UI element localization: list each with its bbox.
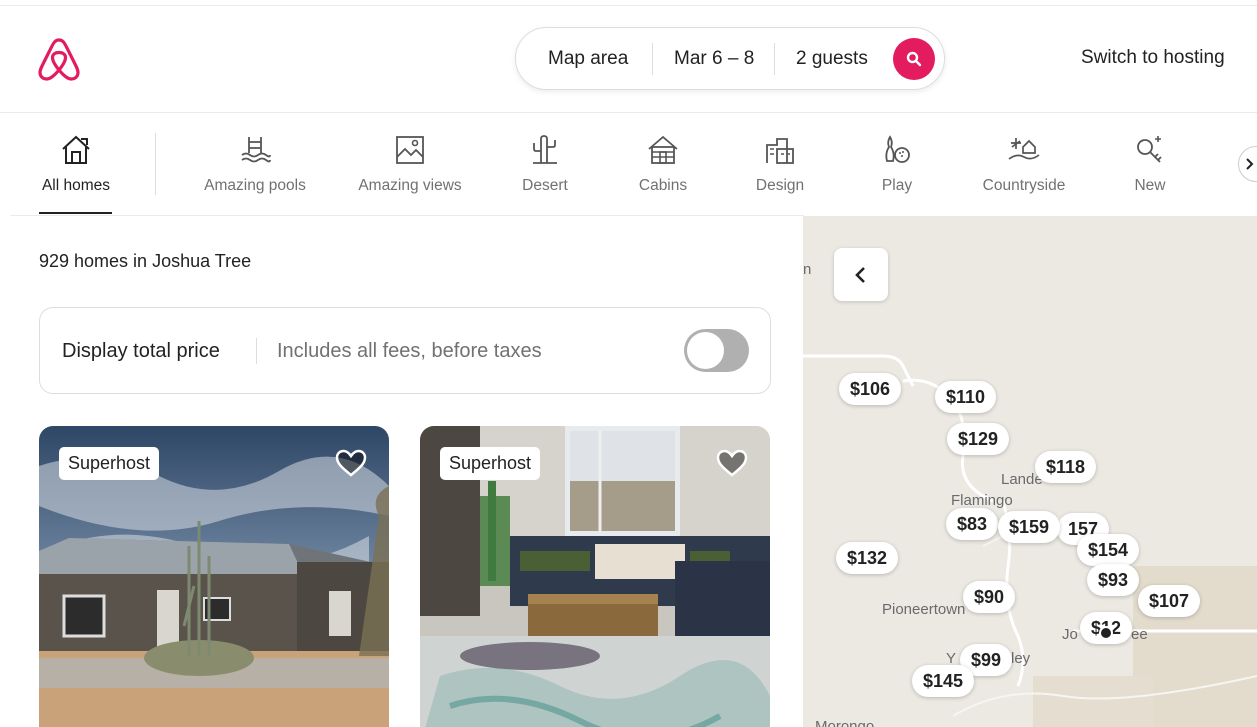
views-icon xyxy=(396,136,424,164)
map-price-pin[interactable]: $83 xyxy=(946,508,999,540)
category-new[interactable]: New xyxy=(1110,113,1190,216)
total-price-toggle[interactable] xyxy=(684,329,749,372)
category-label: Desert xyxy=(522,177,568,194)
map-place-label: Morongo xyxy=(815,718,875,727)
price-toggle-divider xyxy=(256,338,257,364)
countryside-icon xyxy=(1008,138,1040,160)
toggle-knob xyxy=(687,332,724,369)
results-count: 929 homes in Joshua Tree xyxy=(39,251,252,271)
map-place-label: ee xyxy=(1131,626,1148,643)
map-price-pin[interactable]: $154 xyxy=(1077,534,1140,566)
category-play[interactable]: Play xyxy=(857,113,937,216)
map-price-pin[interactable]: $106 xyxy=(839,373,902,405)
chevron-right-icon xyxy=(1246,158,1254,170)
category-label: Amazing views xyxy=(358,177,462,194)
category-label: Countryside xyxy=(982,177,1066,194)
map-price-pin[interactable]: $159 xyxy=(998,511,1061,543)
search-divider xyxy=(774,43,775,75)
header: Map area Mar 6 – 8 2 guests Switch to ho… xyxy=(0,0,1257,113)
map-price-pin[interactable]: $145 xyxy=(912,665,975,697)
search-button[interactable] xyxy=(893,38,935,80)
airbnb-logo[interactable] xyxy=(38,37,80,81)
heart-icon[interactable] xyxy=(716,448,748,478)
category-divider xyxy=(155,133,156,195)
category-label: Amazing pools xyxy=(204,177,306,194)
category-amazing-views[interactable]: Amazing views xyxy=(350,113,470,216)
map-place-label: ley xyxy=(1011,650,1031,667)
category-desert[interactable]: Desert xyxy=(505,113,585,216)
superhost-badge: Superhost xyxy=(59,447,160,480)
map-collapse-button[interactable] xyxy=(834,248,888,301)
category-label: Design xyxy=(755,177,805,194)
category-scroll-next-button[interactable] xyxy=(1238,146,1257,182)
active-category-indicator xyxy=(39,212,112,214)
listing-card[interactable]: Superhost xyxy=(420,426,770,727)
map-price-pin[interactable]: $93 xyxy=(1087,564,1140,596)
results-map[interactable]: n Lande Flamingo Pioneertown Jo ee Y ley… xyxy=(803,216,1257,727)
map-price-pin[interactable]: $129 xyxy=(947,423,1010,455)
switch-to-hosting-link[interactable]: Switch to hosting xyxy=(1081,47,1225,69)
price-toggle-subtitle: Includes all fees, before taxes xyxy=(277,340,542,362)
map-price-pin[interactable]: $132 xyxy=(836,542,899,574)
cabin-icon xyxy=(648,135,678,164)
map-location-dot xyxy=(1099,626,1113,640)
category-label: All homes xyxy=(41,177,111,194)
search-guests[interactable]: 2 guests xyxy=(796,48,868,70)
category-design[interactable]: Design xyxy=(740,113,820,216)
category-all-homes[interactable]: All homes xyxy=(39,113,113,216)
category-cabins[interactable]: Cabins xyxy=(623,113,703,216)
map-place-label: Flamingo xyxy=(951,492,1013,509)
map-place-label: n xyxy=(803,261,812,278)
search-bar[interactable]: Map area Mar 6 – 8 2 guests xyxy=(515,27,945,90)
bowling-icon xyxy=(885,135,910,163)
map-price-pin[interactable]: $90 xyxy=(963,581,1016,613)
map-price-pin[interactable]: $118 xyxy=(1035,451,1097,483)
category-countryside[interactable]: Countryside xyxy=(970,113,1078,216)
price-toggle-title: Display total price xyxy=(62,340,220,362)
map-place-label: Jo xyxy=(1062,626,1078,643)
map-price-pin[interactable]: $107 xyxy=(1138,585,1201,617)
map-place-label: Pioneertown xyxy=(882,601,966,618)
display-total-price-card: Display total price Includes all fees, b… xyxy=(39,307,771,394)
search-dates[interactable]: Mar 6 – 8 xyxy=(674,48,754,70)
home-icon xyxy=(62,135,90,164)
superhost-badge: Superhost xyxy=(440,447,541,480)
map-price-pin[interactable]: $110 xyxy=(935,381,997,413)
cactus-icon xyxy=(533,135,557,164)
category-amazing-pools[interactable]: Amazing pools xyxy=(195,113,315,216)
category-label: Play xyxy=(881,177,913,194)
chevron-left-icon xyxy=(855,266,865,283)
category-bar: All homes Amazing pools Amazing views De… xyxy=(0,113,1257,216)
search-location[interactable]: Map area xyxy=(548,48,628,70)
new-key-icon xyxy=(1137,136,1162,163)
category-label: New xyxy=(1134,177,1166,194)
listing-card[interactable]: Superhost xyxy=(39,426,389,727)
search-icon xyxy=(906,51,922,67)
design-icon xyxy=(766,138,794,164)
search-divider xyxy=(652,43,653,75)
category-bar-border xyxy=(10,215,804,216)
pool-icon xyxy=(241,137,271,163)
category-label: Cabins xyxy=(638,177,688,194)
heart-icon[interactable] xyxy=(335,448,367,478)
